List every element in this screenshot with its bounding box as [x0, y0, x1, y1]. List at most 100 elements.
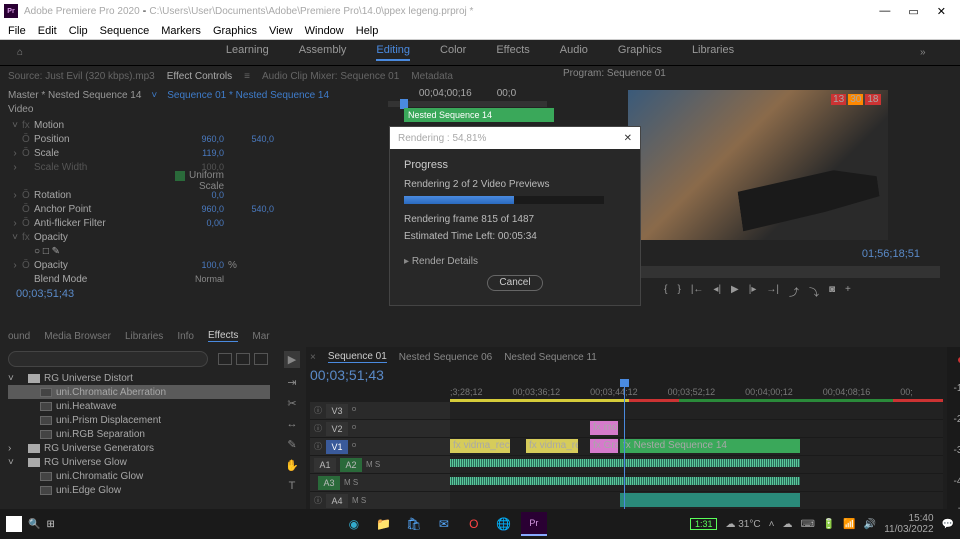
sequence-link[interactable]: Sequence 01 * Nested Sequence 14 — [167, 90, 329, 101]
menu-help[interactable]: Help — [356, 25, 379, 37]
tab-sound[interactable]: ound — [8, 331, 30, 342]
menu-window[interactable]: Window — [305, 25, 344, 37]
pen-tool-icon[interactable]: ✎ — [287, 438, 296, 451]
tab-source[interactable]: Source: Just Evil (320 kbps).mp3 — [8, 71, 155, 82]
premiere-icon[interactable]: Pr — [521, 512, 547, 536]
tab-info[interactable]: Info — [177, 331, 194, 342]
ws-libraries[interactable]: Libraries — [692, 44, 734, 61]
clip-nested[interactable]: fx Nested Sequence 14 — [620, 439, 800, 453]
opacity-prop[interactable]: Opacity — [34, 260, 164, 271]
battery-icon[interactable]: 🔋 — [823, 519, 835, 530]
render-details[interactable]: Render Details — [412, 256, 478, 267]
store-icon[interactable]: 🛍 — [401, 512, 427, 536]
ws-audio[interactable]: Audio — [560, 44, 588, 61]
menu-clip[interactable]: Clip — [69, 25, 88, 37]
track-v2[interactable]: fx mod — [450, 420, 943, 438]
goto-in-icon[interactable]: |← — [691, 284, 704, 299]
maximize-button[interactable]: ▭ — [908, 5, 918, 18]
onedrive-icon[interactable]: ☁ — [782, 519, 792, 530]
menu-markers[interactable]: Markers — [161, 25, 201, 37]
ws-assembly[interactable]: Assembly — [299, 44, 347, 61]
tab-effect-controls[interactable]: Effect Controls — [167, 71, 232, 82]
scale-prop[interactable]: Scale — [34, 148, 164, 159]
effect-chromatic-aberration[interactable]: uni.Chromatic Aberration — [8, 385, 270, 399]
clip-mod[interactable]: fx mod — [590, 421, 618, 435]
clip-vidma1[interactable]: fx vidma_rec — [450, 439, 510, 453]
tab-libraries[interactable]: Libraries — [125, 331, 163, 342]
export-frame-icon[interactable]: ◙ — [829, 284, 835, 299]
weather-icon[interactable]: ☁ 31°C — [725, 519, 760, 530]
cancel-button[interactable]: Cancel — [487, 275, 543, 291]
menu-edit[interactable]: Edit — [38, 25, 57, 37]
seq-tab-1[interactable]: Sequence 01 — [328, 351, 387, 363]
fx-badge1-icon[interactable] — [218, 353, 232, 365]
ec-timecode[interactable]: 00;03;51;43 — [8, 286, 372, 304]
play-icon[interactable]: ▶ — [731, 284, 739, 299]
folder-distort[interactable]: ˅RG Universe Distort — [8, 371, 270, 385]
time-ruler[interactable]: ;3;28;1200;03;36;1200;03;44;1200;03;52;1… — [450, 385, 943, 399]
overflow-button[interactable]: » — [920, 47, 960, 58]
position-prop[interactable]: Position — [34, 134, 164, 145]
seq-tab-3[interactable]: Nested Sequence 11 — [504, 352, 597, 363]
tab-media-browser[interactable]: Media Browser — [44, 331, 111, 342]
effects-search[interactable] — [8, 351, 208, 367]
clip-gra[interactable]: fx Gra — [590, 439, 618, 453]
taskview-icon[interactable]: ⊞ — [46, 519, 54, 530]
volume-icon[interactable]: 🔊 — [864, 519, 876, 530]
effect-heatwave[interactable]: uni.Heatwave — [8, 399, 270, 413]
track-v3[interactable] — [450, 402, 943, 420]
edge-icon[interactable]: ◉ — [341, 512, 367, 536]
mark-out-icon[interactable]: } — [677, 284, 680, 299]
settings-icon[interactable]: + — [845, 284, 851, 299]
menu-graphics[interactable]: Graphics — [213, 25, 257, 37]
lift-icon[interactable]: ⤴ — [789, 284, 799, 299]
selection-tool-icon[interactable]: ▶ — [284, 351, 300, 368]
track-v1[interactable]: fx vidma_rec fx vidma_re fx Gra fx Neste… — [450, 438, 943, 456]
opacity-group[interactable]: Opacity — [34, 232, 164, 243]
ws-editing[interactable]: Editing — [376, 44, 410, 61]
opera-icon[interactable]: O — [461, 512, 487, 536]
ws-learning[interactable]: Learning — [226, 44, 269, 61]
motion-group[interactable]: Motion — [34, 120, 164, 131]
extract-icon[interactable]: ⤵ — [809, 284, 819, 299]
explorer-icon[interactable]: 📁 — [371, 512, 397, 536]
blend-prop[interactable]: Blend Mode — [34, 274, 164, 285]
tab-metadata[interactable]: Metadata — [411, 71, 453, 82]
close-button[interactable]: ✕ — [937, 5, 946, 18]
ws-effects[interactable]: Effects — [496, 44, 529, 61]
clip-vidma2[interactable]: fx vidma_re — [526, 439, 578, 453]
menu-file[interactable]: File — [8, 25, 26, 37]
effect-chromatic-glow[interactable]: uni.Chromatic Glow — [8, 469, 270, 483]
step-fwd-icon[interactable]: |▸ — [749, 284, 757, 299]
program-timecode[interactable]: 01;56;18;51 — [842, 246, 940, 262]
start-button[interactable] — [6, 516, 22, 532]
program-viewer[interactable]: 133018 — [628, 90, 888, 240]
slip-tool-icon[interactable]: ↔ — [287, 418, 298, 430]
tab-effects[interactable]: Effects — [208, 330, 238, 342]
track-select-icon[interactable]: ⇥ — [287, 376, 296, 389]
home-button[interactable]: ⌂ — [0, 47, 40, 58]
tab-markers[interactable]: Mar — [252, 331, 269, 342]
effect-edge-glow[interactable]: uni.Edge Glow — [8, 483, 270, 497]
hand-tool-icon[interactable]: ✋ — [285, 459, 299, 472]
track-a2[interactable] — [450, 456, 943, 474]
audio-clip[interactable] — [620, 493, 800, 507]
effect-rgb-sep[interactable]: uni.RGB Separation — [8, 427, 270, 441]
menu-view[interactable]: View — [269, 25, 293, 37]
step-back-icon[interactable]: ◂| — [713, 284, 721, 299]
wifi-icon[interactable]: 📶 — [843, 519, 855, 530]
ws-color[interactable]: Color — [440, 44, 466, 61]
keyboard-icon[interactable]: ⌨ — [800, 519, 814, 530]
battery-indicator[interactable]: 1:31 — [690, 518, 718, 530]
type-tool-icon[interactable]: T — [289, 480, 296, 492]
mail-icon[interactable]: ✉ — [431, 512, 457, 536]
notifications-icon[interactable]: 💬 — [942, 519, 954, 530]
clock[interactable]: 15:4011/03/2022 — [884, 513, 933, 535]
minimize-button[interactable]: — — [879, 5, 890, 18]
search-icon[interactable]: 🔍 — [28, 519, 40, 530]
mark-in-icon[interactable]: { — [664, 284, 667, 299]
playhead[interactable] — [624, 381, 625, 521]
flicker-prop[interactable]: Anti-flicker Filter — [34, 218, 164, 229]
ripple-tool-icon[interactable]: ✂ — [287, 397, 296, 410]
folder-glow[interactable]: ˅RG Universe Glow — [8, 455, 270, 469]
